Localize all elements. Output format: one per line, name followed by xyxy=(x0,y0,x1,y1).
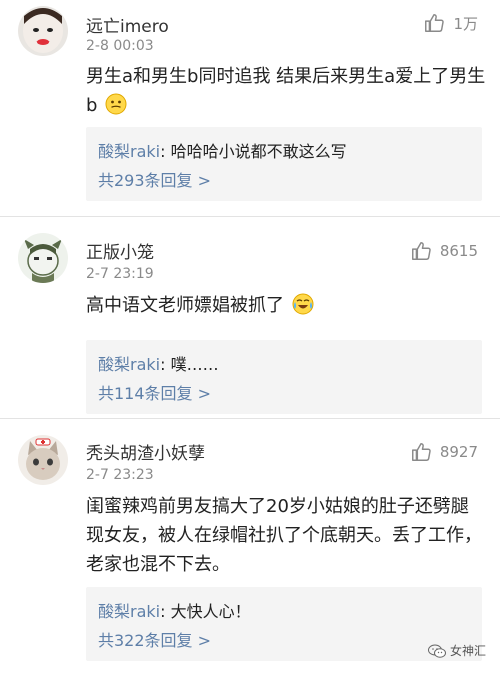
user-avatar-icon xyxy=(24,239,62,283)
like-count: 8615 xyxy=(439,242,478,260)
reply-text: 噗…… xyxy=(170,355,219,374)
reply-preview[interactable]: 酸梨raki: 大快人心！ 共322条回复 > xyxy=(86,587,482,661)
reply-author[interactable]: 酸梨raki xyxy=(98,355,160,374)
reply-text: 大快人心！ xyxy=(170,602,251,621)
thumbs-up-icon xyxy=(425,14,445,32)
thumbs-up-icon xyxy=(411,443,431,461)
reply-preview[interactable]: 酸梨raki: 噗…… 共114条回复 > xyxy=(86,340,482,414)
comment-text: 高中语文老师嫖娼被抓了 xyxy=(86,291,486,320)
like-button[interactable]: 8927 xyxy=(410,441,478,463)
watermark: 女神汇 xyxy=(427,642,486,659)
like-count: 1万 xyxy=(453,14,478,33)
thumbs-up-icon xyxy=(411,242,431,260)
reply-preview[interactable]: 酸梨raki: 哈哈哈小说都不敢这么写 共293条回复 > xyxy=(86,127,482,201)
comment-text: 男生a和男生b同时追我 结果后来男生a爱上了男生b xyxy=(86,62,486,120)
comment-3: 秃头胡渣小妖孽 2-7 23:23 8927 闺蜜辣鸡前男友搞大了20岁小姑娘的… xyxy=(0,419,500,673)
avatar[interactable] xyxy=(18,435,68,485)
comment-text-content: 高中语文老师嫖娼被抓了 xyxy=(86,295,284,316)
reply-line: 酸梨raki: 大快人心！ xyxy=(98,602,251,621)
reply-author[interactable]: 酸梨raki xyxy=(98,602,160,621)
reply-text: 哈哈哈小说都不敢这么写 xyxy=(170,142,347,161)
timestamp: 2-7 23:19 xyxy=(86,266,154,282)
comment-2: 正版小笼 2-7 23:19 8615 高中语文老师嫖娼被抓了 酸梨raki: … xyxy=(0,217,500,414)
reply-author[interactable]: 酸梨raki xyxy=(98,142,160,161)
comment-text: 闺蜜辣鸡前男友搞大了20岁小姑娘的肚子还劈腿现女友，被人在绿帽社扒了个底朝天。丢… xyxy=(86,496,482,575)
wechat-icon xyxy=(427,644,446,658)
username[interactable]: 秃头胡渣小妖孽 xyxy=(86,439,205,464)
cheeky-smile-emoji-icon xyxy=(105,93,127,115)
cat-avatar-icon xyxy=(26,438,60,480)
reply-line: 酸梨raki: 噗…… xyxy=(98,355,219,374)
avatar[interactable] xyxy=(18,233,68,283)
user-avatar-icon xyxy=(23,8,63,53)
view-replies-link[interactable]: 共322条回复 > xyxy=(98,627,211,651)
crying-laughing-emoji-icon xyxy=(292,293,314,315)
username[interactable]: 远亡imero xyxy=(86,12,169,37)
view-replies-link[interactable]: 共293条回复 > xyxy=(98,167,211,191)
reply-line: 酸梨raki: 哈哈哈小说都不敢这么写 xyxy=(98,142,347,161)
avatar[interactable] xyxy=(18,6,68,56)
comment-text-content: 男生a和男生b同时追我 结果后来男生a爱上了男生b xyxy=(86,66,486,116)
timestamp: 2-7 23:23 xyxy=(86,467,154,483)
watermark-text: 女神汇 xyxy=(449,644,486,658)
username[interactable]: 正版小笼 xyxy=(86,238,154,263)
like-count: 8927 xyxy=(439,443,478,461)
like-button[interactable]: 8615 xyxy=(410,240,478,262)
like-button[interactable]: 1万 xyxy=(423,12,478,34)
comment-1: 远亡imero 2-8 00:03 1万 男生a和男生b同时追我 结果后来男生a… xyxy=(0,0,500,212)
view-replies-link[interactable]: 共114条回复 > xyxy=(98,380,211,404)
timestamp: 2-8 00:03 xyxy=(86,38,154,54)
